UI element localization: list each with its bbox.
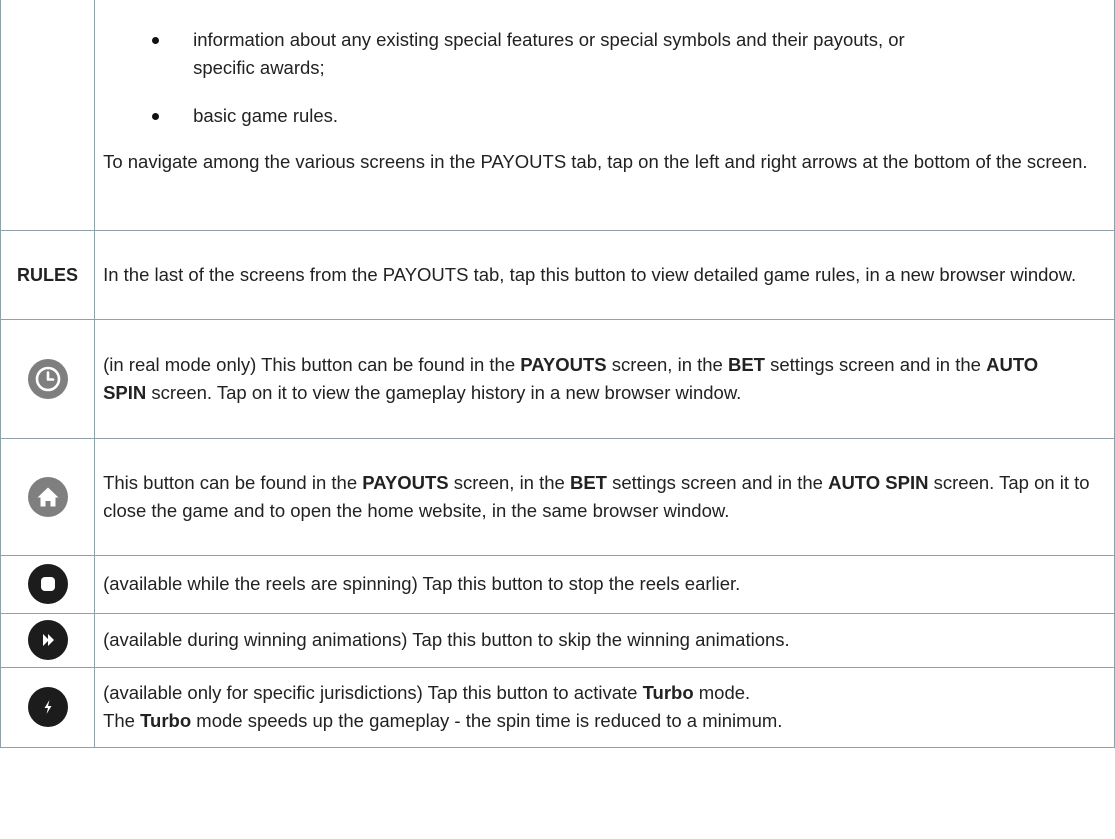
- stop-description-cell: (available while the reels are spinning)…: [94, 554, 1115, 614]
- turbo-bold: Turbo: [140, 710, 192, 731]
- stop-icon-cell: [0, 554, 96, 614]
- bet-bold: BET: [569, 471, 607, 493]
- stop-row: (available while the reels are spinning)…: [0, 554, 1115, 614]
- home-description: This button can be found in the PAYOUTS …: [103, 471, 1090, 521]
- history-description: (in real mode only) This button can be f…: [103, 353, 1039, 403]
- auto-spin-bold: AUTO SPIN: [828, 471, 929, 493]
- history-icon-cell: [0, 318, 96, 439]
- home-row: This button can be found in the PAYOUTS …: [0, 437, 1115, 556]
- bullet-item: information about any existing special f…: [95, 26, 1114, 82]
- feature-bullet-list: information about any existing special f…: [95, 26, 1114, 130]
- turbo-row: (available only for specific jurisdictio…: [0, 666, 1115, 748]
- rules-description: In the last of the screens from the PAYO…: [103, 263, 1077, 285]
- turbo-description-cell: (available only for specific jurisdictio…: [94, 666, 1115, 748]
- rules-label: RULES: [17, 264, 79, 285]
- home-icon-cell: [0, 437, 96, 556]
- intro-cell: information about any existing special f…: [94, 0, 1115, 231]
- intro-row: information about any existing special f…: [0, 0, 1115, 231]
- bullet-item: basic game rules.: [95, 102, 1114, 130]
- navigate-paragraph: To navigate among the various screens in…: [103, 151, 1088, 172]
- stop-icon: [27, 564, 68, 604]
- clock-icon: [27, 358, 68, 399]
- home-icon: [27, 476, 68, 517]
- skip-description: (available during winning animations) Ta…: [103, 629, 790, 650]
- lightning-icon: [27, 687, 68, 727]
- skip-description-cell: (available during winning animations) Ta…: [94, 612, 1115, 668]
- home-description-cell: This button can be found in the PAYOUTS …: [94, 437, 1115, 556]
- skip-icon: [27, 620, 68, 660]
- skip-icon-cell: [0, 612, 96, 668]
- empty-icon-cell: [0, 0, 96, 231]
- help-table: information about any existing special f…: [0, 0, 1115, 748]
- turbo-line-2: The Turbo mode speeds up the gameplay - …: [103, 710, 783, 731]
- payouts-bold: PAYOUTS: [520, 353, 607, 375]
- skip-row: (available during winning animations) Ta…: [0, 612, 1115, 668]
- rules-description-cell: In the last of the screens from the PAYO…: [94, 229, 1115, 320]
- turbo-icon-cell: [0, 666, 96, 748]
- payouts-bold: PAYOUTS: [362, 471, 449, 493]
- rules-row: RULES In the last of the screens from th…: [0, 229, 1115, 320]
- stop-description: (available while the reels are spinning)…: [103, 573, 741, 594]
- turbo-line-1: (available only for specific jurisdictio…: [103, 682, 751, 703]
- bet-bold: BET: [727, 353, 765, 375]
- turbo-bold: Turbo: [642, 682, 694, 703]
- history-row: (in real mode only) This button can be f…: [0, 318, 1115, 439]
- rules-label-cell: RULES: [0, 229, 96, 320]
- history-description-cell: (in real mode only) This button can be f…: [94, 318, 1115, 439]
